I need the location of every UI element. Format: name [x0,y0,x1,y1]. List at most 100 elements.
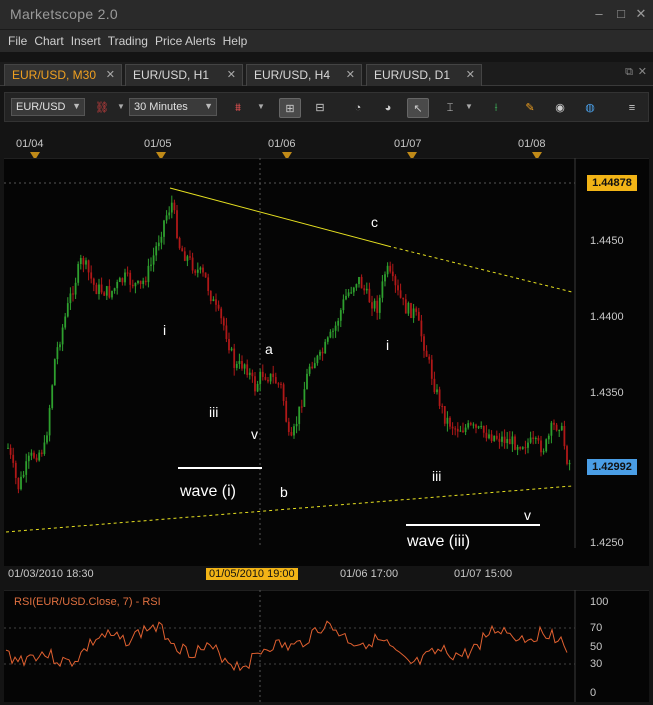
candle-body [339,310,342,321]
tab-eurusd-m30[interactable]: EUR/USD, M30 ✕ [4,64,122,86]
menu-price-alerts[interactable]: Price Alerts [155,30,221,52]
globe-icon[interactable]: ◍ [579,98,601,118]
bottom-date-axis: 01/03/2010 18:30 01/05/2010 19:00 01/06 … [0,566,653,584]
cursor-icon[interactable]: ↖ [407,98,429,118]
wave-iii-label: wave (iii) [407,533,471,550]
close-button[interactable]: ✕ [632,6,650,22]
candle-body [69,293,72,304]
candle-body [443,406,446,424]
minimize-button[interactable]: – [590,6,608,22]
tab-eurusd-d1[interactable]: EUR/USD, D1 ✕ [366,64,482,86]
menu-help[interactable]: Help [223,30,253,52]
chevron-down-icon[interactable]: ▼ [465,102,473,111]
candle-body [508,438,511,445]
candle-body [308,366,311,374]
close-window-icon[interactable]: ✕ [638,65,647,78]
candle-body [560,425,563,431]
chevron-down-icon[interactable]: ▼ [117,102,125,111]
candle-body [33,452,35,458]
candle-body [540,440,542,453]
candle-body [48,408,51,436]
candle-body [233,348,236,368]
candle-body [51,385,54,409]
candle-body [482,426,485,433]
timeframe-select[interactable]: 30 Minutes ▼ [129,98,217,116]
zoom-in-icon[interactable]: ◔ [347,98,369,118]
menu-bar: File Chart Insert Trading Price Alerts H… [0,30,653,52]
line-mode-icon[interactable]: ⊟ [309,98,331,118]
restore-window-icon[interactable]: ⧉ [625,66,633,79]
candle-body [38,452,41,461]
candle-body [274,377,277,384]
link-icon[interactable]: ⛓ [91,98,113,118]
bar-mode-icon[interactable]: ⊞ [279,98,301,118]
candle-body [456,428,459,432]
close-icon[interactable]: ✕ [227,68,236,81]
menu-insert[interactable]: Insert [71,30,106,52]
wave-label-i-second: i [386,337,390,353]
candle-body [85,260,87,265]
tab-label: EUR/USD, M30 [12,68,97,82]
note-icon[interactable]: ✎ [519,98,541,118]
close-icon[interactable]: ✕ [346,68,355,81]
candles-icon[interactable]: ⩩ [227,98,249,118]
candle-body [290,432,293,436]
candle-body [407,302,410,314]
candle-body [438,389,441,406]
candle-body [519,447,522,449]
candle-body [131,284,134,287]
candle-body [56,347,59,360]
candle-body [126,272,129,274]
tab-label: EUR/USD, H4 [254,68,331,82]
tab-eurusd-h4[interactable]: EUR/USD, H4 ✕ [246,64,362,86]
rsi-tick: 100 [590,596,609,608]
candle-body [534,437,537,439]
candle-body [191,257,194,271]
candle-body [563,425,566,447]
close-icon[interactable]: ✕ [466,68,475,81]
instrument-select[interactable]: EUR/USD ▼ [11,98,85,116]
candle-body [334,325,337,331]
candle-body [311,366,314,369]
candle-body [464,427,467,433]
menu-file[interactable]: File [8,30,32,52]
chevron-down-icon[interactable]: ▼ [257,102,265,111]
candle-body [467,423,470,428]
candle-body [254,376,256,392]
tab-eurusd-h1[interactable]: EUR/USD, H1 ✕ [125,64,243,86]
top-date-axis: 01/04 01/05 01/06 01/07 01/08 [4,134,649,160]
candle-body [462,430,464,433]
menu-chart[interactable]: Chart [34,30,68,52]
draw-line-icon[interactable]: ⟊ [485,98,507,118]
scroll-icon[interactable]: ≡ [621,98,643,118]
price-tick: 1.4450 [590,235,624,247]
candle-body [25,461,28,475]
candle-body [155,246,158,256]
candle-body [384,274,386,282]
candle-body [142,280,145,285]
close-icon[interactable]: ✕ [106,68,115,81]
candle-body [472,424,475,426]
candle-body [553,422,555,425]
eye-icon[interactable]: ◉ [549,98,571,118]
crosshair-icon[interactable]: ⌶ [439,98,461,118]
candle-body [66,303,69,317]
date-label: 01/03/2010 18:30 [8,568,94,580]
candle-body [433,378,436,393]
candle-body [202,267,204,273]
candle-body [363,288,366,291]
date-label: 01/06 [268,138,296,150]
menu-trading[interactable]: Trading [108,30,153,52]
candle-body [183,251,186,261]
rsi-title: RSI(EUR/USD.Close, 7) - RSI [14,596,161,608]
price-chart[interactable] [0,158,653,566]
candle-body [121,278,124,283]
candle-body [267,379,269,382]
candle-body [77,264,80,283]
candle-body [394,276,397,286]
zoom-out-icon[interactable]: ◕ [377,98,399,118]
maximize-button[interactable]: □ [612,6,630,22]
tab-label: EUR/USD, D1 [374,68,451,82]
candle-body [469,423,472,425]
price-tick: 1.4250 [590,537,624,549]
